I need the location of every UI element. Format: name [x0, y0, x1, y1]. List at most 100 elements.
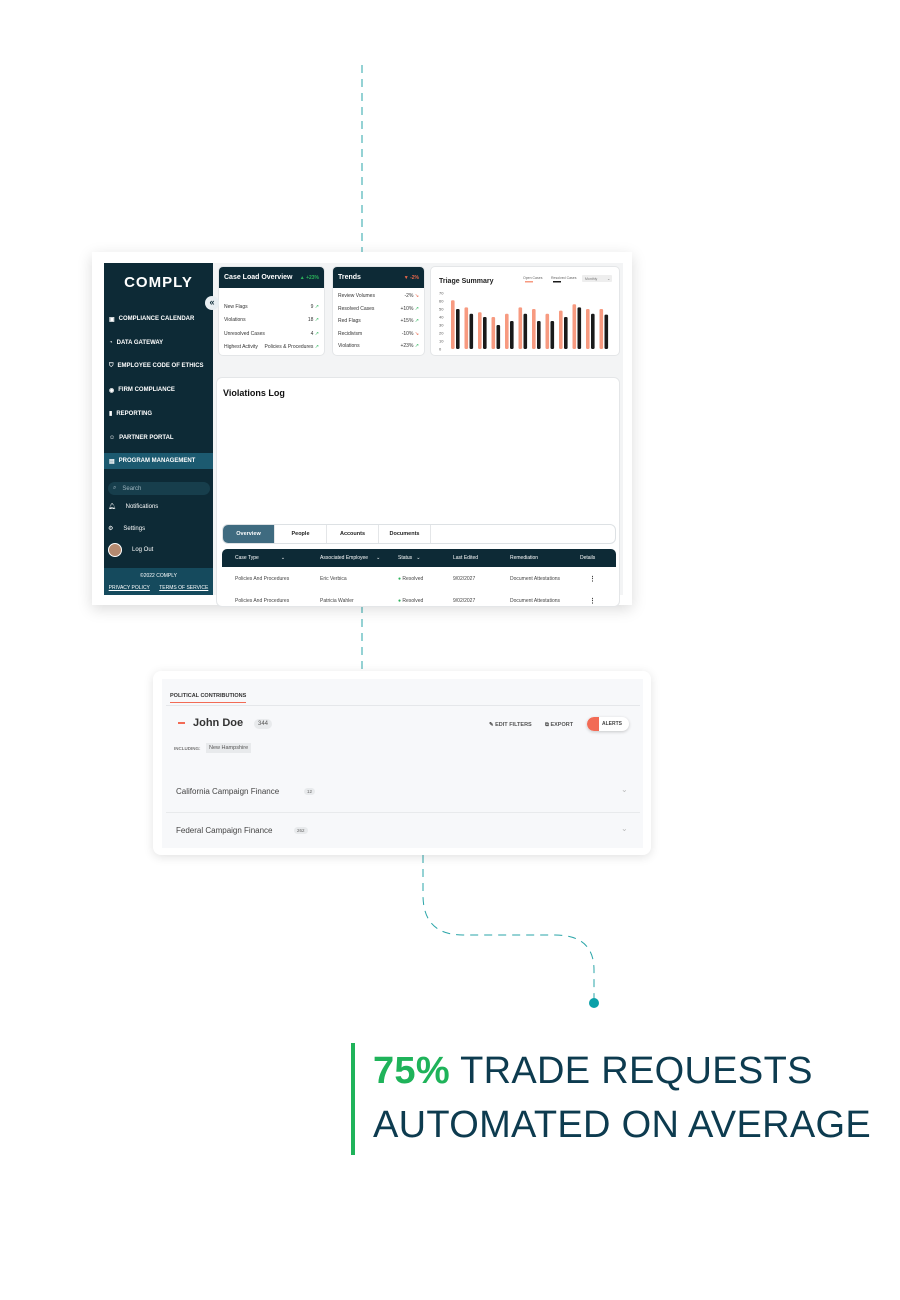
tab-documents[interactable]: Documents: [379, 525, 431, 543]
stat-value: Policies & Procedures: [264, 344, 314, 351]
trend-row: Red Flags +15% ↗: [333, 315, 424, 328]
privacy-link[interactable]: PRIVACY POLICY: [109, 585, 150, 591]
employee-cell: Patricia Wahler: [320, 598, 354, 605]
sidebar-item-reporting[interactable]: ▮ REPORTING: [104, 406, 213, 422]
sidebar-item-partner-portal[interactable]: ☺ PARTNER PORTAL: [104, 430, 213, 446]
gear-icon: ⚙: [108, 526, 114, 532]
column-header[interactable]: Associated Employee ⌄: [320, 555, 380, 561]
bar-resolved: [577, 307, 582, 349]
collapse-icon[interactable]: [178, 722, 185, 724]
bar-resolved: [456, 309, 460, 349]
trend-up-icon: ↗: [413, 343, 419, 350]
stat-line-2: AUTOMATED ON AVERAGE: [373, 1104, 871, 1146]
y-tick-label: 70: [439, 291, 444, 296]
sidebar-item-program-management[interactable]: ▤ PROGRAM MANAGEMENT: [104, 453, 213, 470]
sidebar-item-label: REPORTING: [116, 410, 152, 417]
trend-up-icon: ↗: [313, 303, 319, 310]
tab-people[interactable]: People: [275, 525, 327, 543]
logout-link[interactable]: Log Out: [108, 543, 153, 557]
stat-row: Unresolved Cases 4 ↗: [219, 327, 324, 341]
bar-open: [464, 307, 469, 349]
stat-label: New Flags: [224, 303, 248, 310]
sidebar-item-employee-code-of-ethics[interactable]: ⛉ EMPLOYEE CODE OF ETHICS: [104, 358, 213, 374]
tab-bar: Overview People Accounts Documents: [222, 524, 616, 544]
last-edited-cell: 9/02/2027: [453, 598, 476, 605]
political-contributions-panel: POLITICAL CONTRIBUTIONS John Doe 344 ✎ E…: [153, 671, 651, 855]
case-type-cell: Policies And Procedures: [235, 598, 290, 605]
sidebar-item-label: DATA GATEWAY: [116, 339, 164, 346]
tab-accounts[interactable]: Accounts: [327, 525, 379, 543]
copyright: ©2022 COMPLY: [140, 573, 177, 579]
period-dropdown-label: Monthly: [585, 277, 598, 281]
stat-label: Unresolved Cases: [224, 330, 265, 337]
table-row[interactable]: Policies And Procedures Eric Verbica ● Res…: [222, 567, 616, 590]
trend-value-wrap: +15% ↗: [400, 318, 419, 324]
trend-label: Recidivism: [338, 330, 363, 337]
column-header[interactable]: Case Type ⌄: [235, 555, 285, 561]
collapse-sidebar-button[interactable]: «: [205, 296, 219, 310]
shield-icon: ⛉: [109, 362, 114, 369]
sidebar-item-firm-compliance[interactable]: ◉ FIRM COMPLIANCE: [104, 382, 213, 398]
sort-icon: ⌄: [416, 555, 421, 561]
tab-political-contributions[interactable]: POLITICAL CONTRIBUTIONS: [170, 693, 247, 703]
bar-resolved: [523, 313, 528, 349]
stat-highlight: 75%: [373, 1050, 450, 1092]
remediation-cell: Document Attestations: [510, 598, 561, 605]
trend-up-icon: ↗: [413, 318, 419, 325]
trend-row: Recidivism -10% ↘: [333, 328, 424, 341]
terms-link[interactable]: TERMS OF SERVICE: [159, 585, 208, 591]
trend-value-wrap: +23% ↗: [400, 343, 419, 349]
trend-value: +10%: [400, 305, 414, 312]
more-options-icon[interactable]: ⋮: [589, 597, 596, 605]
stat-value-wrap: 9 ↗: [311, 304, 319, 310]
bar-open: [478, 312, 482, 349]
edit-filters-button[interactable]: ✎ EDIT FILTERS: [489, 722, 532, 728]
trend-value-wrap: +10% ↗: [400, 306, 419, 312]
legend-swatch: [525, 281, 533, 283]
trend-label: Review Volumes: [338, 293, 375, 300]
chevron-down-icon: ⌄: [621, 824, 628, 833]
section-label: Federal Campaign Finance: [176, 826, 273, 835]
sidebar-item-compliance-calendar[interactable]: ▣ COMPLIANCE CALENDAR: [104, 311, 213, 327]
settings-link[interactable]: ⚙ Settings: [108, 525, 145, 533]
column-header[interactable]: Status ⌄: [398, 555, 420, 561]
eye-icon: ◉: [109, 387, 115, 394]
column-header[interactable]: Remediation: [510, 555, 538, 561]
stat-label: Highest Activity: [224, 344, 258, 351]
sidebar: COMPLY ▣ COMPLIANCE CALENDAR ◔ DATA GATEWAY…: [104, 263, 213, 595]
connector-dot: [589, 998, 599, 1008]
search-input[interactable]: ⌕ Search: [108, 482, 210, 495]
trend-row: Resolved Cases +10% ↗: [333, 303, 424, 316]
sidebar-footer: ©2022 COMPLY PRIVACY POLICY TERMS OF SERV…: [104, 568, 213, 595]
legend-label: Open Cases: [523, 276, 543, 280]
y-tick-label: 10: [439, 339, 444, 344]
accent-bar: [351, 1043, 355, 1155]
alerts-toggle[interactable]: ALERTS: [587, 717, 629, 731]
users-icon: ☺: [109, 434, 116, 441]
accordion-section[interactable]: California Campaign Finance 12 ⌄: [166, 777, 640, 813]
count-badge: 12: [304, 788, 316, 795]
column-header[interactable]: Last Edited: [453, 555, 478, 561]
legend-label: Resolved Cases: [551, 276, 577, 280]
notifications-link[interactable]: 🔔︎ Notifications: [108, 503, 158, 511]
more-options-icon[interactable]: ⋮: [589, 575, 596, 583]
tab-overview[interactable]: Overview: [223, 525, 275, 543]
trend-value: +15%: [400, 318, 414, 325]
search-icon: ⌕: [113, 485, 117, 491]
sidebar-item-label: EMPLOYEE CODE OF ETHICS: [117, 363, 204, 370]
stat-label: Violations: [224, 317, 246, 324]
person-name: John Doe: [193, 717, 244, 729]
sidebar-item-data-gateway[interactable]: ◔ DATA GATEWAY: [104, 335, 213, 351]
bar-open: [559, 310, 563, 349]
trend-value-wrap: -2% ↘: [405, 293, 420, 299]
accordion-section[interactable]: Federal Campaign Finance 262 ⌄: [166, 816, 640, 852]
briefcase-icon: ▤: [109, 458, 115, 465]
logo: COMPLY: [124, 274, 193, 291]
y-tick-label: 50: [439, 307, 444, 312]
column-header[interactable]: Details: [580, 555, 595, 561]
card-title: Trends: [338, 274, 361, 281]
export-button[interactable]: ⧉ EXPORT: [545, 722, 573, 729]
filter-tag[interactable]: New Hampshire: [206, 743, 252, 753]
table-row[interactable]: Policies And Procedures Patricia Wahler ● …: [222, 589, 616, 606]
main-content: Case Load Overview ▲ +23% New Flags 9 ↗ Vio…: [213, 263, 623, 607]
